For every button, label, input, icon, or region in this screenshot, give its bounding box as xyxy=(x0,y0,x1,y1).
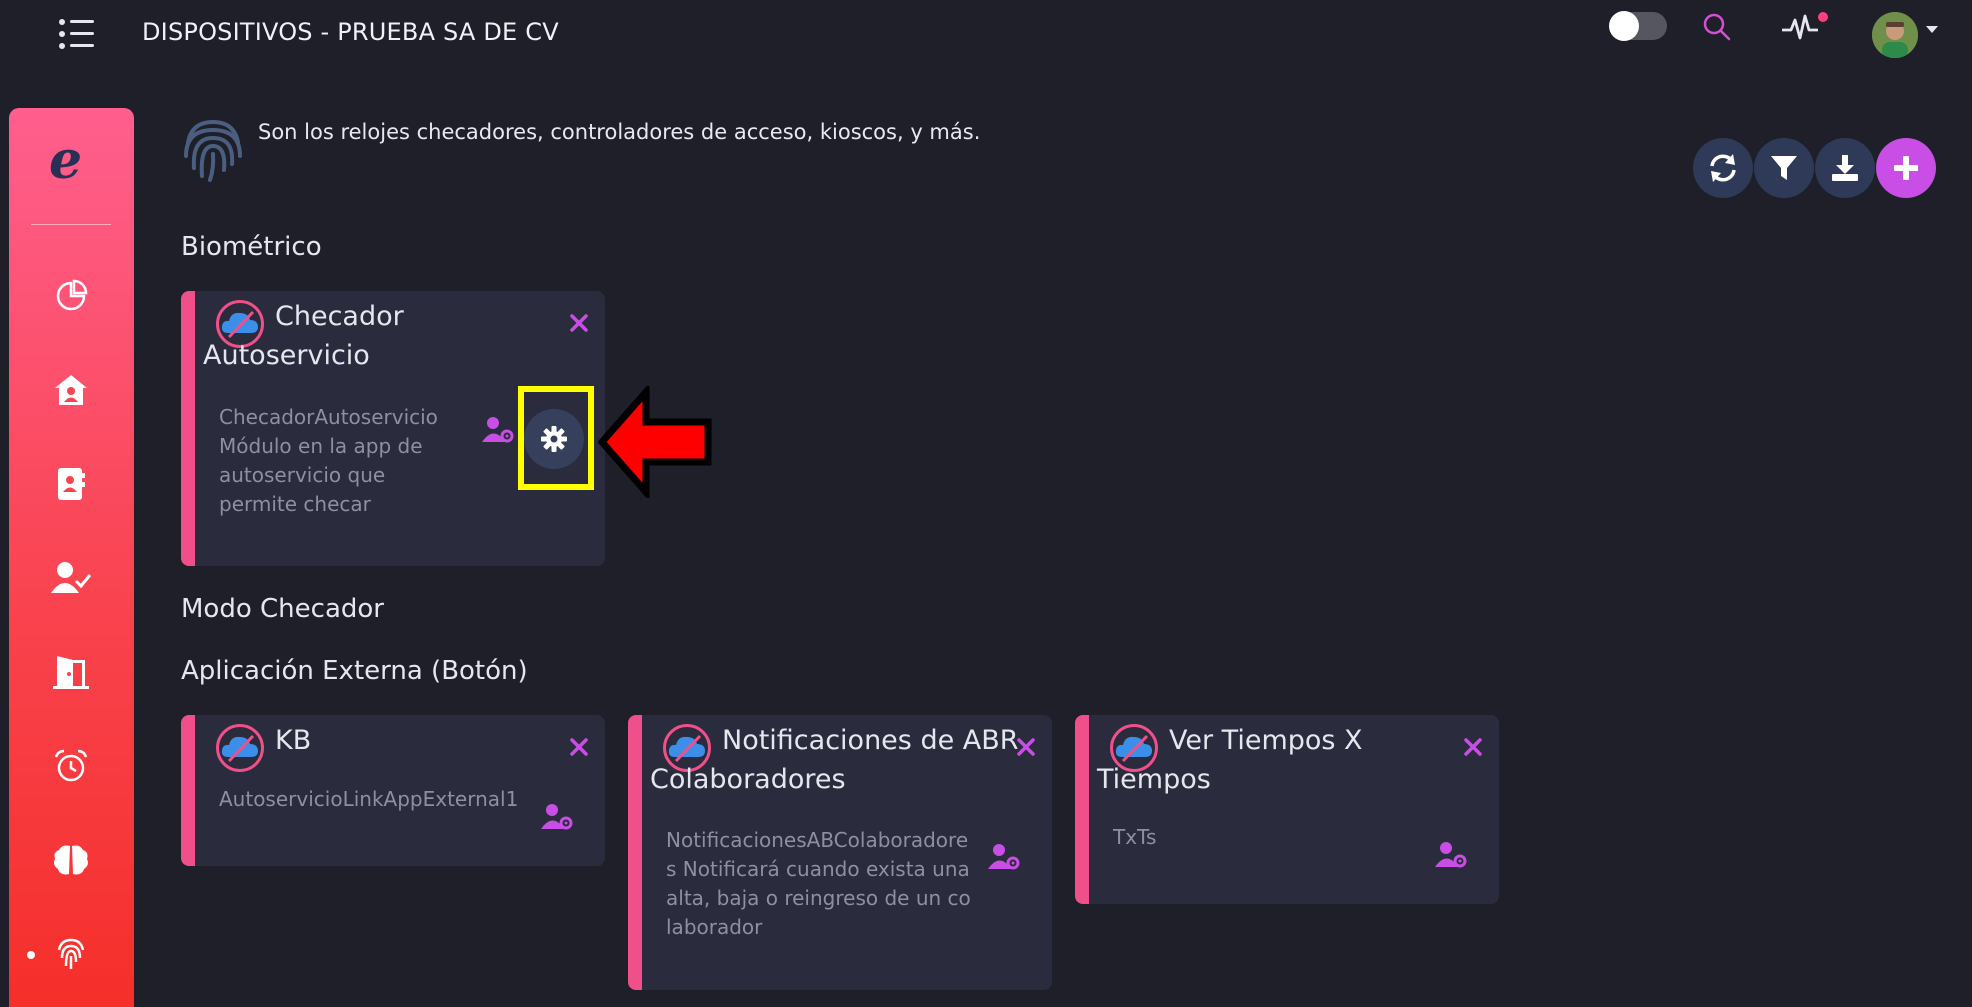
highlight-box xyxy=(518,386,594,490)
brain-icon xyxy=(54,845,88,875)
card-title: Ver Tiempos X Tiempos xyxy=(1097,725,1363,795)
sidebar-divider xyxy=(31,224,111,225)
section-title: Modo Checador xyxy=(181,594,384,624)
fingerprint-icon xyxy=(178,116,248,186)
home-user-icon xyxy=(55,375,87,405)
user-settings-icon[interactable] xyxy=(988,843,1020,871)
theme-toggle[interactable] xyxy=(1609,11,1667,41)
card-stripe xyxy=(181,715,195,866)
card-description: ChecadorAutoservicio Módulo en la app de… xyxy=(219,405,438,516)
sidebar: e xyxy=(9,108,134,1007)
plus-icon xyxy=(1894,156,1918,180)
user-settings-icon[interactable] xyxy=(1435,841,1467,869)
svg-text:e: e xyxy=(49,134,82,190)
close-icon[interactable] xyxy=(567,311,591,335)
sidebar-item-alarms[interactable] xyxy=(45,740,97,792)
sidebar-item-dashboard[interactable] xyxy=(45,270,97,322)
device-card[interactable]: Notificaciones de ABR Colaboradores Noti… xyxy=(628,715,1052,990)
download-button[interactable] xyxy=(1815,138,1875,198)
add-button[interactable] xyxy=(1876,138,1936,198)
sidebar-item-access[interactable] xyxy=(45,646,97,698)
card-description: TxTs xyxy=(1113,825,1157,849)
chevron-down-icon[interactable] xyxy=(1926,26,1938,33)
sidebar-item-home[interactable] xyxy=(45,364,97,416)
device-card[interactable]: Ver Tiempos X Tiempos TxTs xyxy=(1075,715,1499,904)
card-stripe xyxy=(181,291,195,566)
card-stripe xyxy=(1075,715,1089,904)
card-title: KB xyxy=(275,725,312,756)
refresh-button[interactable] xyxy=(1693,138,1753,198)
card-title: Checador Autoservicio xyxy=(203,301,404,371)
alarm-clock-icon xyxy=(54,749,88,782)
refresh-icon xyxy=(1710,154,1736,182)
user-settings-icon[interactable] xyxy=(541,803,573,831)
menu-icon[interactable] xyxy=(56,16,96,52)
filter-button[interactable] xyxy=(1754,138,1814,198)
filter-icon xyxy=(1771,156,1797,180)
sidebar-item-users[interactable] xyxy=(45,552,97,604)
active-indicator xyxy=(27,951,35,959)
section-title: Biométrico xyxy=(181,232,322,262)
download-icon xyxy=(1832,155,1858,181)
search-icon[interactable] xyxy=(1702,12,1732,42)
sidebar-item-contacts[interactable] xyxy=(45,458,97,510)
notification-dot xyxy=(1818,12,1828,22)
fingerprint-icon xyxy=(57,938,85,969)
page-title: DISPOSITIVOS - PRUEBA SA DE CV xyxy=(142,18,559,46)
avatar[interactable] xyxy=(1872,12,1918,58)
user-settings-icon[interactable] xyxy=(482,416,514,444)
page-description: Son los relojes checadores, controladore… xyxy=(258,120,981,144)
top-bar: DISPOSITIVOS - PRUEBA SA DE CV xyxy=(0,0,1972,66)
logo-icon[interactable]: e xyxy=(45,130,101,191)
card-stripe xyxy=(628,715,642,990)
pulse-icon[interactable] xyxy=(1781,12,1819,42)
device-card[interactable]: KB AutoservicioLinkAppExternal1 xyxy=(181,715,605,866)
close-icon[interactable] xyxy=(1014,735,1038,759)
card-title: Notificaciones de ABR Colaboradores xyxy=(650,725,1019,795)
section-title: Aplicación Externa (Botón) xyxy=(181,656,528,686)
door-icon xyxy=(53,656,89,689)
pie-chart-icon xyxy=(56,279,88,311)
user-check-icon xyxy=(51,562,91,593)
close-icon[interactable] xyxy=(1461,735,1485,759)
card-description: NotificacionesABColaboradores Notificará… xyxy=(666,828,971,939)
contact-book-icon xyxy=(58,468,85,500)
arrow-left-icon xyxy=(597,382,712,502)
sidebar-item-intelligence[interactable] xyxy=(45,834,97,886)
sidebar-item-devices[interactable] xyxy=(45,928,97,980)
toggle-knob xyxy=(1609,11,1639,41)
close-icon[interactable] xyxy=(567,735,591,759)
card-description: AutoservicioLinkAppExternal1 xyxy=(219,787,519,811)
